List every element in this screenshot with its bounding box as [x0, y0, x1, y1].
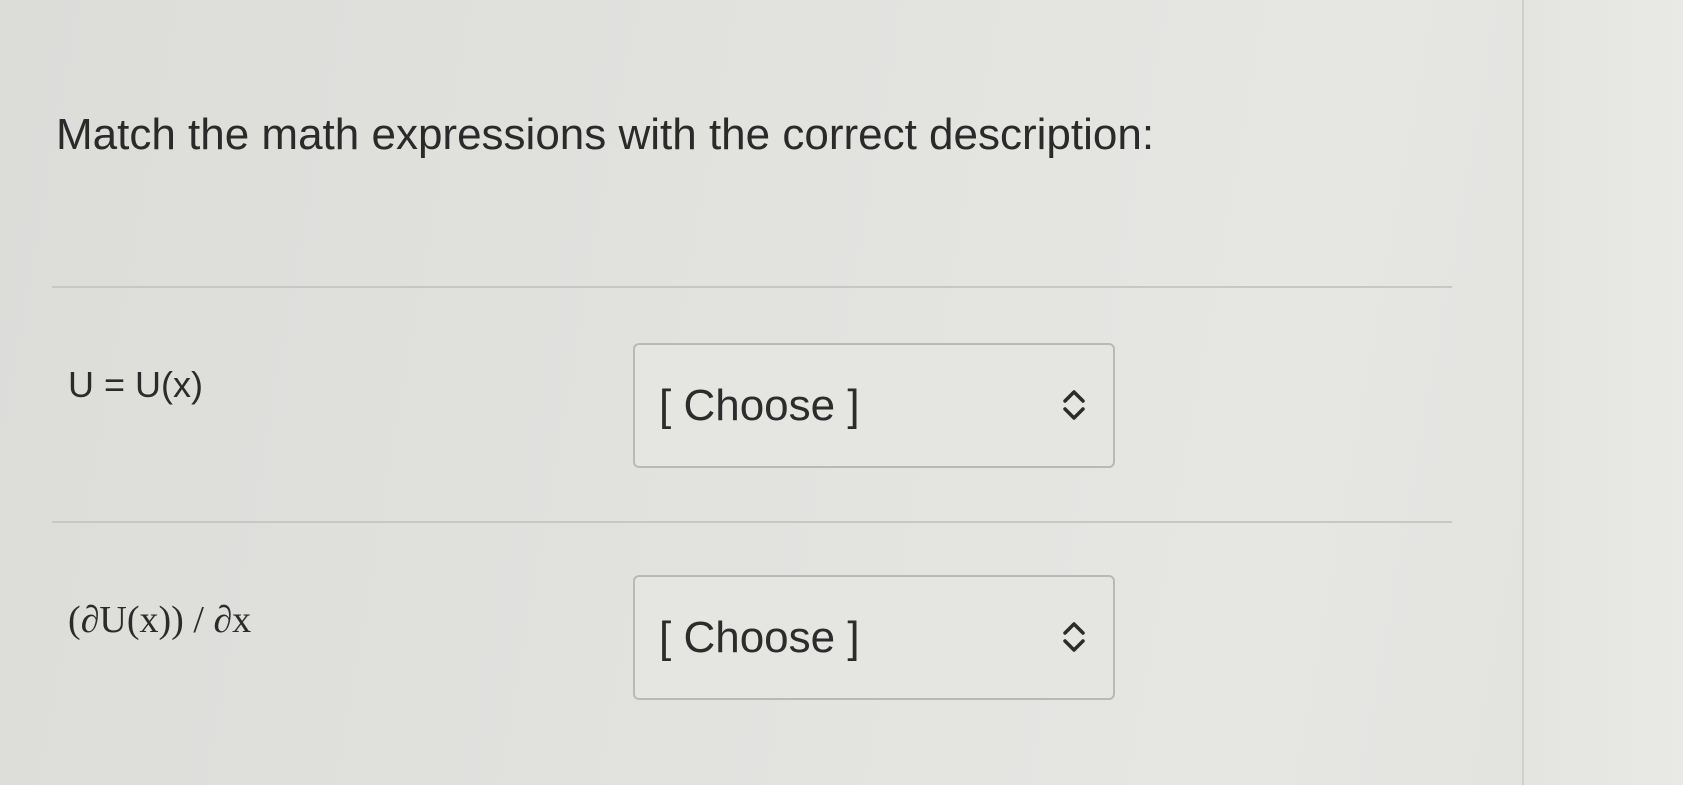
select-value: [ Choose ]: [659, 613, 860, 662]
up-down-chevron-icon: [1061, 617, 1087, 657]
question-prompt: Match the math expressions with the corr…: [56, 110, 1155, 159]
right-panel-edge: [1522, 0, 1683, 785]
select-value: [ Choose ]: [659, 381, 860, 430]
expression-1: U = U(x): [68, 364, 203, 405]
divider: [52, 286, 1452, 288]
up-down-chevron-icon: [1061, 385, 1087, 425]
expression-2: (∂U(x)) / ∂x: [68, 599, 252, 641]
description-select-1[interactable]: [ Choose ]: [633, 343, 1115, 468]
divider: [52, 521, 1452, 523]
description-select-2[interactable]: [ Choose ]: [633, 575, 1115, 700]
